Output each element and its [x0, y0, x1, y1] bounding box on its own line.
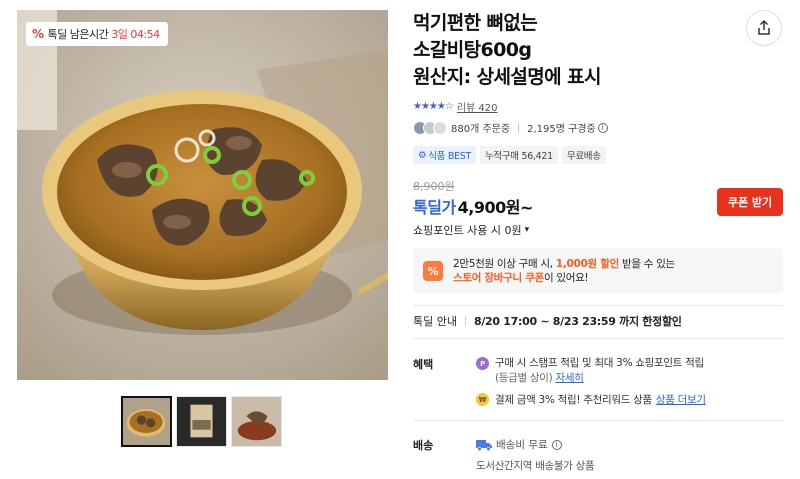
promo-text-part: 받을 수 있는 — [619, 258, 675, 270]
product-title-line1: 먹기편한 뼈없는 — [413, 12, 538, 34]
review-link[interactable]: 리뷰 420 — [457, 99, 498, 114]
tag-cumulative: 누적구매 56,421 — [479, 146, 558, 164]
best-badge-icon: ⚙ — [418, 149, 427, 161]
orders-count: 880개 주문중 — [451, 124, 511, 135]
store-coupon-promo[interactable]: % 2만5천원 이상 구매 시, 1,000원 할인 받을 수 있는 스토어 장… — [413, 248, 783, 294]
promo-text: 2만5천원 이상 구매 시, 1,000원 할인 받을 수 있는 스토어 장바구… — [453, 257, 675, 285]
benefits-label: 혜택 — [413, 358, 434, 371]
deal-info-row: 톡딜 안내 8/20 17:00 ~ 8/23 23:59 까지 한정할인 — [413, 313, 682, 329]
product-title: 먹기편한 뼈없는 소갈비탕600g 원산지: 상세설명에 표시 — [413, 10, 723, 91]
star-rating-icon: ★★★★☆ — [413, 101, 454, 112]
benefit-stamp-text: 구매 시 스탬프 적립 및 최대 3% 쇼핑포인트 적립 — [495, 357, 704, 369]
promo-text-part: 2만5천원 이상 구매 시, — [453, 258, 556, 270]
chevron-down-icon: ▾ — [524, 225, 530, 235]
rating-row: ★★★★☆ 리뷰 420 — [413, 99, 498, 114]
sale-label: 톡딜가 — [413, 198, 456, 217]
percent-icon: % — [32, 27, 44, 41]
coupon-percent-icon: % — [423, 261, 443, 281]
deal-timer-badge: % 톡딜 남은시간 3일 04:54 — [26, 22, 168, 46]
divider — [413, 305, 783, 306]
deal-timer-days: 3일 — [111, 28, 128, 41]
avatar-group — [413, 120, 447, 135]
reward-coin-icon: ₩ — [476, 393, 489, 406]
thumbnail-2[interactable] — [176, 396, 227, 447]
deal-info-value: 8/20 17:00 ~ 8/23 23:59 까지 한정할인 — [473, 315, 682, 328]
coupon-button[interactable]: 쿠폰 받기 — [717, 188, 783, 216]
tag-best: ⚙ 식품 BEST — [413, 146, 476, 164]
info-icon[interactable]: i — [597, 122, 608, 133]
points-label: 쇼핑포인트 사용 시 0원 — [413, 224, 522, 237]
divider — [413, 338, 783, 339]
benefit-stamp-sub: (등급별 상이) — [495, 372, 553, 384]
tag-free-shipping: 무료배송 — [561, 146, 606, 164]
point-icon: P — [476, 357, 489, 370]
original-price: 8,900원 — [413, 180, 455, 193]
deal-timer-time: 04:54 — [130, 27, 160, 41]
promo-coupon-name: 스토어 장바구니 쿠폰 — [453, 272, 544, 284]
more-products-link[interactable]: 상품 더보기 — [656, 392, 706, 407]
tag-list: ⚙ 식품 BEST 누적구매 56,421 무료배송 — [413, 146, 606, 164]
product-title-line2: 소갈비탕600g — [413, 39, 532, 61]
deal-info-label: 톡딜 안내 — [413, 315, 457, 328]
divider — [413, 420, 783, 421]
stats-row: 880개 주문중 2,195명 구경중 i — [413, 120, 608, 135]
benefit-reward: ₩ 결제 금액 3% 적립! 추천리워드 상품 상품 더보기 — [476, 392, 706, 407]
product-main-image: % 톡딜 남은시간 3일 04:54 — [17, 10, 388, 380]
product-title-line3: 원산지: 상세설명에 표시 — [413, 66, 601, 88]
viewers-count: 2,195명 구경중 — [527, 124, 596, 135]
benefit-reward-text: 결제 금액 3% 적립! 추천리워드 상품 — [495, 394, 652, 406]
share-icon — [758, 20, 770, 35]
benefit-stamp: P 구매 시 스탬프 적립 및 최대 3% 쇼핑포인트 적립 (등급별 상이) … — [476, 356, 704, 386]
shipping-fee-row: 배송비 무료 i — [476, 437, 562, 452]
thumbnail-3[interactable] — [231, 396, 282, 447]
shipping-fee: 배송비 무료 — [496, 439, 548, 451]
deal-timer-label: 톡딜 남은시간 — [47, 28, 109, 41]
divider — [518, 122, 520, 133]
promo-discount: 1,000원 할인 — [555, 258, 619, 270]
points-row[interactable]: 쇼핑포인트 사용 시 0원 ▾ — [413, 222, 529, 238]
sale-price-row: 톡딜가 4,900원~ — [413, 194, 533, 218]
shipping-note: 도서산간지역 배송불가 상품 — [476, 460, 595, 472]
thumbnail-strip — [121, 396, 282, 447]
truck-icon — [476, 439, 492, 451]
benefit-details-link[interactable]: 자세히 — [555, 372, 583, 384]
thumbnail-1[interactable] — [121, 396, 172, 447]
shipping-label: 배송 — [413, 439, 434, 452]
avatar — [433, 120, 447, 135]
share-button[interactable] — [746, 10, 782, 46]
tag-best-label: 식품 BEST — [428, 151, 471, 162]
divider — [464, 316, 466, 326]
sale-price: 4,900원~ — [457, 198, 534, 217]
promo-text-part: 이 있어요! — [543, 272, 589, 284]
info-icon[interactable]: i — [551, 439, 562, 450]
